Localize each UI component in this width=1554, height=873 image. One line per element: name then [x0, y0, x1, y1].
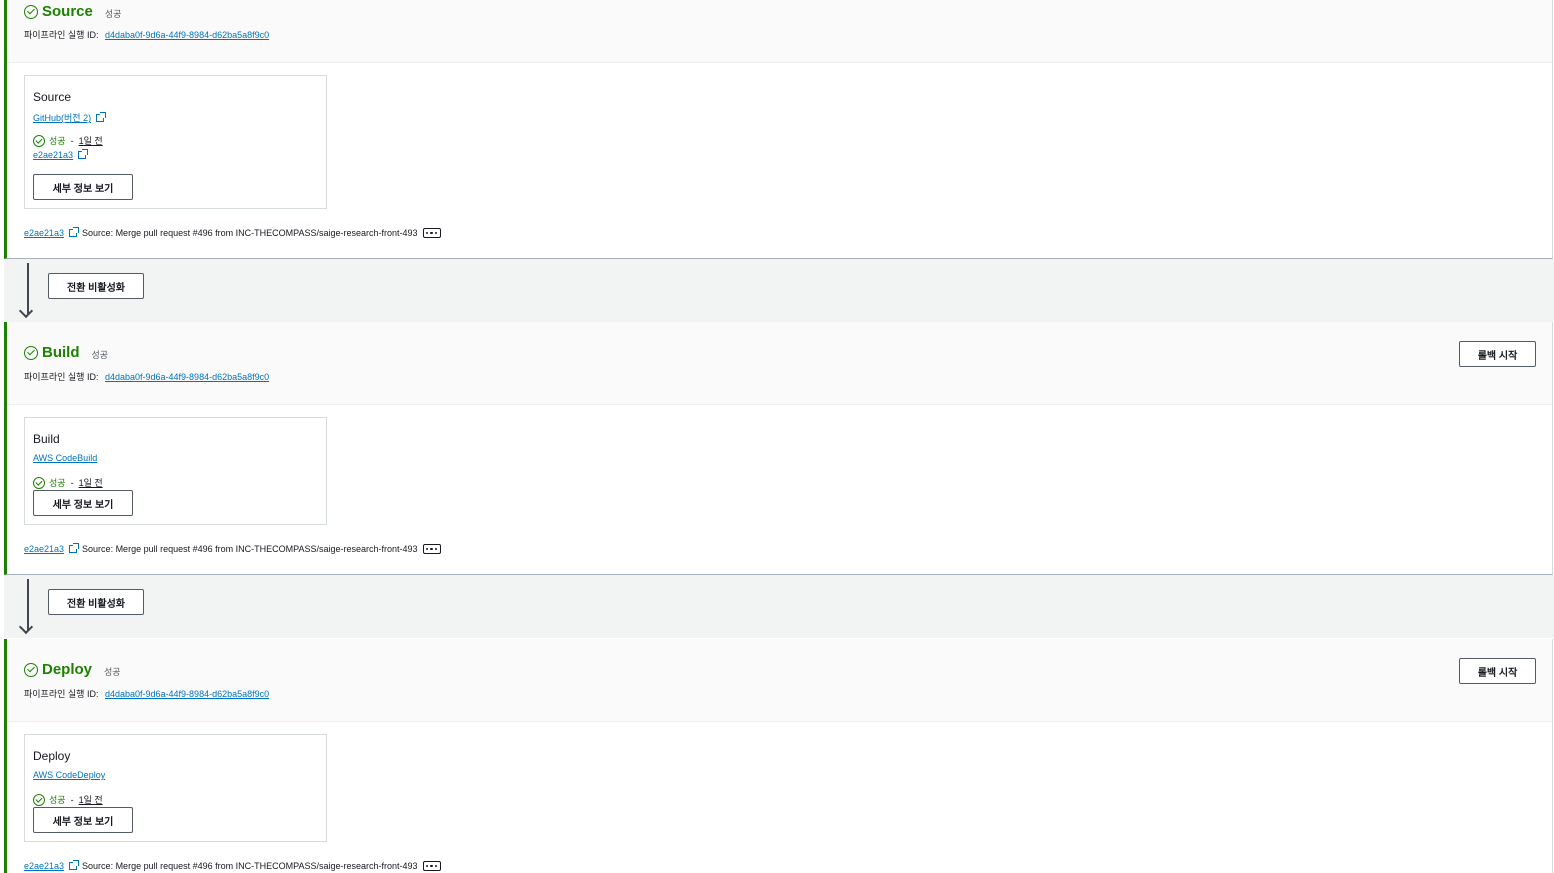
provider-row: AWS CodeBuild: [33, 453, 97, 463]
exec-label: 파이프라인 실행 ID:: [24, 689, 99, 699]
stage-status: 성공: [104, 667, 121, 678]
commit-message: Source: Merge pull request #496 from INC…: [82, 228, 418, 238]
stage-name: Build: [42, 344, 80, 361]
check-circle-icon: [33, 793, 45, 806]
stage-status: 성공: [91, 350, 109, 361]
execution-id-link[interactable]: d4daba0f-9d6a-44f9-8984-d62ba5a8f9c0: [105, 689, 269, 699]
check-circle-icon: [24, 4, 38, 19]
ellipsis-icon[interactable]: [422, 544, 441, 554]
execution-id-link[interactable]: d4daba0f-9d6a-44f9-8984-d62ba5a8f9c0: [105, 30, 269, 40]
transition-source-build: 전환 비활성화: [4, 259, 1554, 322]
action-card-build: Build AWS CodeBuild 성공 - 1일 전 세부 정보 보기: [24, 417, 327, 525]
disable-transition-button[interactable]: 전환 비활성화: [48, 589, 144, 615]
provider-row: GitHub(버전 2): [33, 111, 107, 124]
stage-title-row: Deploy 성공: [24, 661, 121, 678]
revision-row: e2ae21a3: [33, 149, 89, 160]
check-circle-icon: [33, 476, 45, 489]
execution-id-link[interactable]: d4daba0f-9d6a-44f9-8984-d62ba5a8f9c0: [105, 372, 269, 382]
provider-link[interactable]: AWS CodeDeploy: [33, 770, 105, 780]
action-card-source: Source GitHub(버전 2) 성공 - 1일 전 e2ae21a3 세…: [24, 75, 327, 209]
stage-title-row: Build 성공: [24, 344, 108, 361]
stage-header: Source 성공 파이프라인 실행 ID: d4daba0f-9d6a-44f…: [7, 0, 1552, 63]
commit-row: e2ae21a3 Source: Merge pull request #496…: [24, 543, 441, 554]
action-status: 성공 - 1일 전: [33, 476, 103, 489]
separator: -: [70, 135, 74, 146]
time-ago[interactable]: 1일 전: [79, 476, 103, 489]
stage-header: Deploy 성공 파이프라인 실행 ID: d4daba0f-9d6a-44f…: [7, 639, 1552, 722]
time-ago[interactable]: 1일 전: [79, 793, 103, 806]
exec-label: 파이프라인 실행 ID:: [24, 372, 99, 382]
separator: -: [70, 794, 74, 805]
ellipsis-icon[interactable]: [422, 861, 441, 871]
stage-name: Source: [42, 3, 93, 20]
action-name: Source: [33, 90, 72, 104]
arrow-head: [18, 619, 34, 635]
commit-link[interactable]: e2ae21a3: [24, 861, 64, 871]
commit-link[interactable]: e2ae21a3: [24, 228, 64, 238]
check-circle-icon: [24, 662, 38, 677]
commit-link[interactable]: e2ae21a3: [24, 544, 64, 554]
action-name: Deploy: [33, 749, 71, 763]
stage-deploy: Deploy 성공 파이프라인 실행 ID: d4daba0f-9d6a-44f…: [4, 639, 1553, 873]
check-circle-icon: [33, 134, 45, 147]
separator: -: [70, 477, 74, 488]
status-text: 성공: [49, 478, 66, 488]
action-card-deploy: Deploy AWS CodeDeploy 성공 - 1일 전 세부 정보 보기: [24, 734, 327, 842]
exec-label: 파이프라인 실행 ID:: [24, 30, 99, 40]
view-details-button[interactable]: 세부 정보 보기: [33, 490, 133, 516]
stage-title-row: Source 성공: [24, 3, 121, 20]
external-link-icon: [96, 111, 107, 122]
provider-row: AWS CodeDeploy: [33, 770, 105, 780]
pipeline-execution-row: 파이프라인 실행 ID: d4daba0f-9d6a-44f9-8984-d62…: [24, 687, 269, 700]
commit-row: e2ae21a3 Source: Merge pull request #496…: [24, 860, 441, 871]
stage-source: Source 성공 파이프라인 실행 ID: d4daba0f-9d6a-44f…: [4, 0, 1553, 259]
external-link-icon: [69, 543, 80, 553]
time-ago[interactable]: 1일 전: [79, 134, 103, 147]
status-text: 성공: [49, 795, 66, 805]
stage-header: Build 성공 파이프라인 실행 ID: d4daba0f-9d6a-44f9…: [7, 322, 1552, 405]
action-status: 성공 - 1일 전: [33, 793, 103, 806]
arrow-head: [18, 303, 34, 319]
revision-link[interactable]: e2ae21a3: [33, 150, 73, 160]
stage-status: 성공: [104, 9, 122, 20]
start-rollback-button[interactable]: 롤백 시작: [1459, 341, 1536, 367]
view-details-button[interactable]: 세부 정보 보기: [33, 174, 133, 200]
commit-message: Source: Merge pull request #496 from INC…: [82, 544, 418, 554]
external-link-icon: [78, 149, 89, 159]
provider-link[interactable]: AWS CodeBuild: [33, 453, 97, 463]
pipeline-execution-row: 파이프라인 실행 ID: d4daba0f-9d6a-44f9-8984-d62…: [24, 370, 269, 383]
check-circle-icon: [24, 345, 38, 360]
external-link-icon: [69, 227, 80, 237]
ellipsis-icon[interactable]: [422, 228, 441, 238]
provider-link[interactable]: GitHub(버전 2): [33, 111, 91, 124]
pipeline-execution-row: 파이프라인 실행 ID: d4daba0f-9d6a-44f9-8984-d62…: [24, 28, 269, 41]
action-status: 성공 - 1일 전: [33, 134, 103, 147]
stage-build: Build 성공 파이프라인 실행 ID: d4daba0f-9d6a-44f9…: [4, 322, 1553, 575]
disable-transition-button[interactable]: 전환 비활성화: [48, 273, 144, 299]
status-text: 성공: [49, 136, 66, 146]
commit-message: Source: Merge pull request #496 from INC…: [82, 861, 418, 871]
transition-build-deploy: 전환 비활성화: [4, 575, 1554, 638]
view-details-button[interactable]: 세부 정보 보기: [33, 807, 133, 833]
action-name: Build: [33, 432, 60, 446]
stage-name: Deploy: [42, 661, 93, 678]
start-rollback-button[interactable]: 롤백 시작: [1459, 658, 1536, 684]
external-link-icon: [69, 860, 80, 870]
commit-row: e2ae21a3 Source: Merge pull request #496…: [24, 227, 441, 238]
